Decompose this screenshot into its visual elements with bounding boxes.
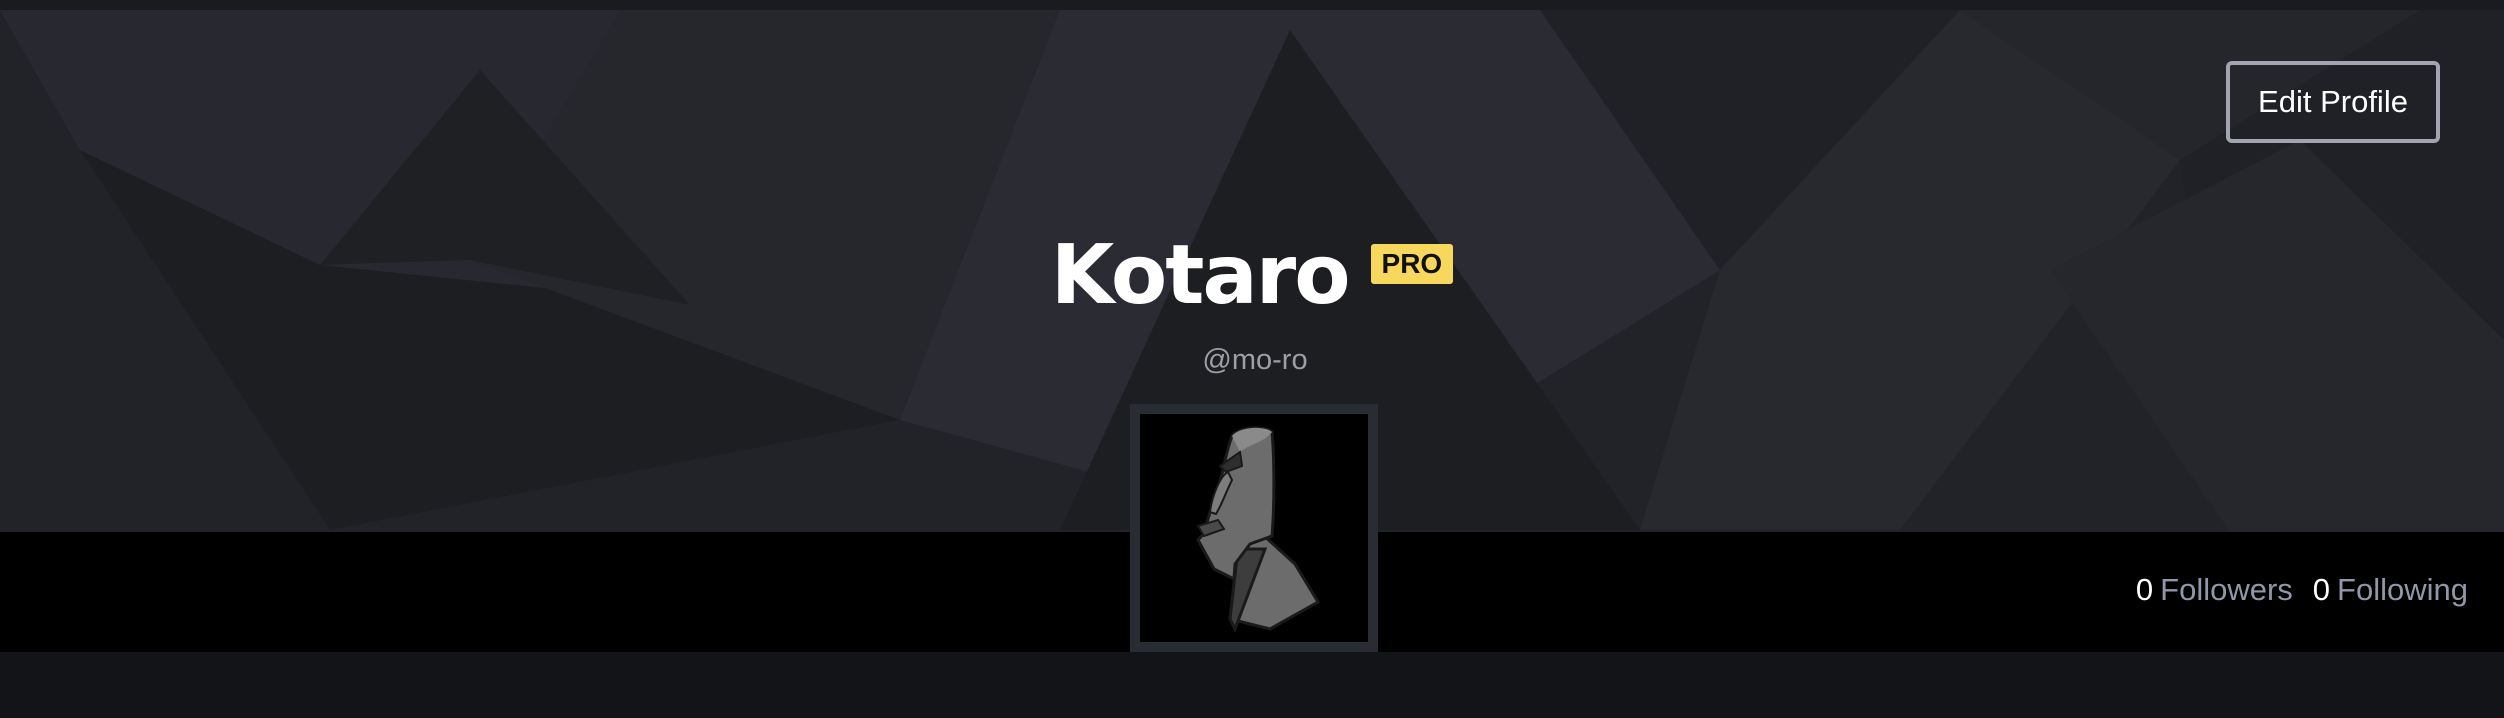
- followers-label: Followers: [2160, 572, 2293, 607]
- moai-icon: [1196, 426, 1321, 633]
- edit-profile-button[interactable]: Edit Profile: [2226, 61, 2440, 143]
- followers-count: 0: [2135, 572, 2154, 607]
- following-count: 0: [2312, 572, 2331, 607]
- avatar[interactable]: [1130, 404, 1378, 652]
- follow-stats: 0 Followers 0 Following: [2136, 572, 2468, 608]
- pro-badge: PRO: [1370, 244, 1454, 284]
- profile-title: Kotaro PRO: [0, 226, 2504, 326]
- following-link[interactable]: 0 Following: [2313, 572, 2468, 608]
- following-label: Following: [2337, 572, 2468, 607]
- top-bar: [0, 0, 2504, 10]
- display-name: Kotaro: [1050, 228, 1351, 323]
- username-handle: @mo-ro: [1202, 344, 1308, 376]
- followers-link[interactable]: 0 Followers: [2136, 572, 2293, 608]
